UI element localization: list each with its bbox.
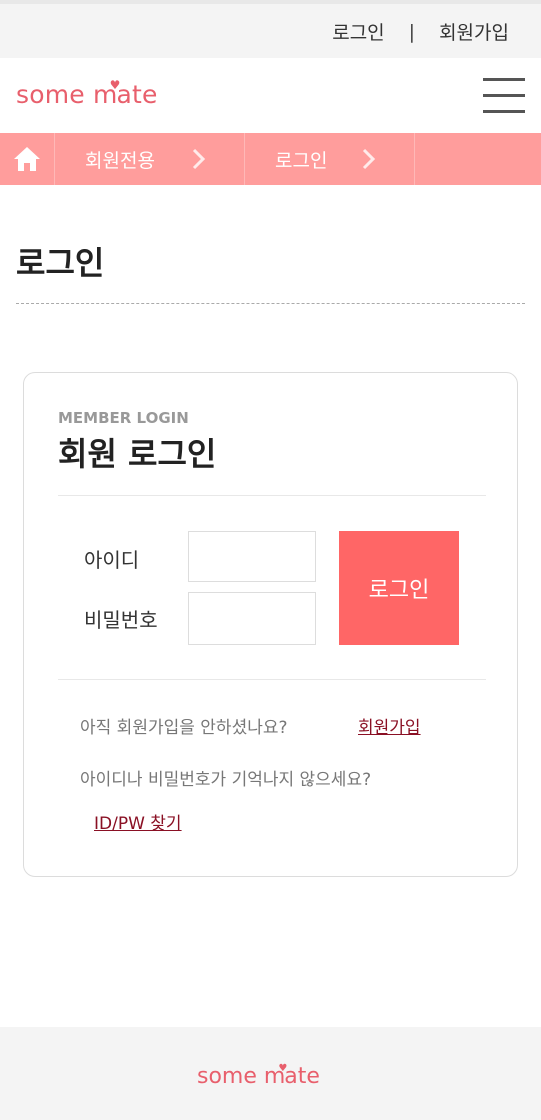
footer-logo-text-1: some m — [197, 1064, 286, 1089]
footer-logo-text-2: ate — [284, 1064, 320, 1089]
find-id-pw-link[interactable]: ID/PW 찾기 — [94, 809, 182, 834]
hamburger-icon — [483, 78, 525, 81]
site-footer: some m♥ate — [0, 1027, 541, 1120]
id-input[interactable] — [188, 531, 316, 582]
top-links: 로그인 | 회원가입 — [332, 18, 509, 45]
hamburger-menu-button[interactable] — [483, 78, 525, 114]
breadcrumb-home[interactable] — [0, 133, 55, 185]
password-input[interactable] — [188, 592, 316, 645]
find-account-question: 아이디나 비밀번호가 기억나지 않으세요? — [80, 770, 372, 790]
password-label: 비밀번호 — [84, 608, 158, 632]
page-title: 로그인 — [16, 244, 105, 282]
signup-link[interactable]: 회원가입 — [358, 713, 421, 738]
id-label: 아이디 — [84, 548, 140, 572]
logo-text-2: ate — [116, 80, 158, 109]
login-card: MEMBER LOGIN 회원 로그인 아이디 비밀번호 로그인 아직 회원가입… — [23, 372, 518, 877]
site-logo[interactable]: some m♥ate — [16, 78, 158, 109]
logo-text-1: some m — [16, 80, 118, 109]
home-icon — [14, 147, 40, 171]
breadcrumb-item-login[interactable]: 로그인 — [245, 133, 415, 185]
card-heading: 회원 로그인 — [58, 435, 217, 473]
site-header: some m♥ate — [0, 58, 541, 133]
breadcrumb-label: 로그인 — [275, 149, 328, 172]
hamburger-icon-line — [483, 94, 525, 97]
top-login-link[interactable]: 로그인 — [332, 18, 384, 45]
breadcrumb: 회원전용 로그인 — [0, 133, 541, 185]
card-divider-bottom — [58, 679, 486, 680]
card-eyebrow: MEMBER LOGIN — [58, 409, 189, 427]
signup-question: 아직 회원가입을 안하셨나요? — [80, 718, 288, 738]
breadcrumb-item-member[interactable]: 회원전용 — [55, 133, 245, 185]
breadcrumb-label: 회원전용 — [85, 149, 155, 172]
heart-icon: ♥ — [109, 78, 121, 92]
chevron-right-icon — [192, 148, 206, 170]
card-divider-top — [58, 495, 486, 496]
hamburger-icon-line — [483, 110, 525, 113]
top-separator: | — [408, 20, 416, 43]
title-divider — [16, 303, 525, 304]
footer-logo: some m♥ate — [197, 1063, 320, 1089]
heart-icon: ♥ — [278, 1063, 288, 1074]
top-utility-bar: 로그인 | 회원가입 — [0, 0, 541, 58]
login-button[interactable]: 로그인 — [339, 531, 459, 645]
chevron-right-icon — [362, 148, 376, 170]
top-signup-link[interactable]: 회원가입 — [439, 18, 509, 45]
